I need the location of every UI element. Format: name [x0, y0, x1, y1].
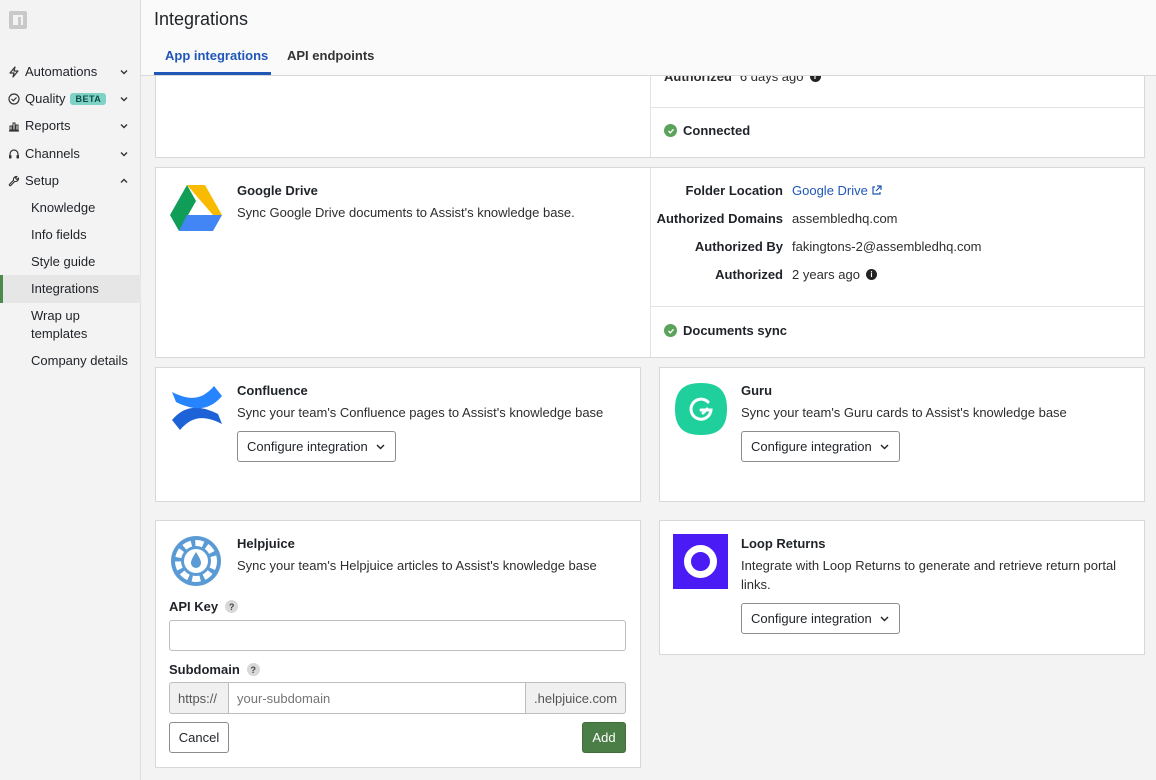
subdomain-prefix: https://: [169, 682, 229, 714]
bolt-icon: [7, 65, 21, 79]
active-tab-indicator: [154, 72, 271, 75]
check-icon: [664, 124, 677, 137]
api-key-label: API Key ?: [169, 599, 239, 614]
card-title: Helpjuice: [237, 536, 295, 551]
confluence-icon: [172, 386, 222, 430]
authorized-domains-value: assembledhq.com: [792, 211, 898, 226]
card-divider: [651, 107, 1144, 108]
check-icon: [664, 324, 677, 337]
chevron-down-icon: [120, 97, 128, 102]
page-title: Integrations: [154, 9, 249, 29]
folder-location-link[interactable]: Google Drive: [792, 183, 882, 198]
nav-channels[interactable]: Channels: [0, 140, 141, 167]
configure-integration-button[interactable]: Configure integration: [741, 431, 900, 462]
card-description: Sync your team's Helpjuice articles to A…: [237, 558, 597, 573]
cancel-button[interactable]: Cancel: [169, 722, 229, 753]
status-text: Connected: [683, 123, 751, 138]
guru-card: Guru Sync your team's Guru cards to Assi…: [659, 367, 1145, 502]
nav-automations[interactable]: Automations: [0, 58, 141, 85]
sidebar-item-company-details[interactable]: Company details: [0, 352, 141, 370]
subdomain-suffix: .helpjuice.com: [525, 682, 626, 714]
assembled-logo[interactable]: [9, 11, 27, 29]
nav-setup[interactable]: Setup: [0, 167, 141, 194]
card-description: Sync your team's Confluence pages to Ass…: [237, 405, 604, 420]
configure-integration-button[interactable]: Configure integration: [237, 431, 396, 462]
subdomain-input[interactable]: [228, 682, 526, 714]
card-description: Sync Google Drive documents to Assist's …: [237, 205, 575, 220]
headset-icon: [7, 147, 21, 161]
card-title: Confluence: [237, 383, 308, 398]
sidebar-item-knowledge[interactable]: Knowledge: [0, 199, 141, 217]
authorized-value: 2 years ago: [792, 267, 860, 282]
nav-label: Reports: [25, 118, 71, 133]
wrench-icon: [7, 174, 21, 188]
add-button[interactable]: Add: [582, 722, 626, 753]
loop-returns-icon: [673, 534, 728, 589]
helpjuice-icon: [171, 536, 221, 586]
card-title: Google Drive: [237, 183, 318, 198]
subdomain-label: Subdomain ?: [169, 662, 260, 677]
card-divider: [650, 168, 651, 357]
status-text: Documents sync: [683, 323, 788, 338]
chevron-down-icon: [120, 124, 128, 129]
authorized-label: Authorized: [715, 267, 783, 282]
chevron-down-icon: [120, 70, 128, 75]
sidebar: Automations Quality BETA Reports Channel…: [0, 0, 141, 780]
google-drive-card: Google Drive Sync Google Drive documents…: [155, 167, 1145, 358]
card-description: Sync your team's Guru cards to Assist's …: [741, 405, 1067, 420]
sidebar-item-integrations[interactable]: Integrations: [0, 275, 141, 303]
authorized-by-value: fakingtons-2@assembledhq.com: [792, 239, 982, 254]
chevron-down-icon: [120, 152, 128, 157]
sidebar-item-info-fields[interactable]: Info fields: [0, 226, 141, 244]
sidebar-item-wrap-up-templates[interactable]: Wrap up templates: [0, 307, 110, 343]
nav-label: Setup: [25, 173, 59, 188]
card-title: Guru: [741, 383, 773, 398]
authorized-domains-label: Authorized Domains: [656, 211, 783, 226]
connected-status: Connected: [664, 123, 750, 138]
external-link-icon: [872, 185, 882, 195]
page-header: Integrations App integrations API endpoi…: [141, 0, 1156, 76]
nav-label: Automations: [25, 64, 98, 79]
chevron-down-icon: [880, 444, 889, 450]
check-circle-icon: [7, 92, 21, 106]
nav-label: Quality: [25, 91, 66, 106]
beta-badge: BETA: [70, 92, 107, 105]
configure-integration-button[interactable]: Configure integration: [741, 603, 900, 634]
confluence-card: Confluence Sync your team's Confluence p…: [155, 367, 641, 502]
authorized-by-label: Authorized By: [694, 239, 783, 254]
card-description: Integrate with Loop Returns to generate …: [741, 558, 1117, 592]
documents-sync-status: Documents sync: [664, 323, 787, 338]
guru-icon: [675, 383, 727, 435]
card-title: Loop Returns: [741, 536, 826, 551]
sidebar-item-style-guide[interactable]: Style guide: [0, 253, 141, 271]
nav-reports[interactable]: Reports: [0, 112, 141, 139]
tab-api-endpoints[interactable]: API endpoints: [287, 48, 374, 63]
chevron-down-icon: [880, 616, 889, 622]
info-icon[interactable]: i: [865, 269, 877, 280]
nav-quality[interactable]: Quality BETA: [0, 85, 141, 112]
tab-app-integrations[interactable]: App integrations: [165, 48, 268, 63]
folder-location-label: Folder Location: [685, 183, 784, 198]
help-icon[interactable]: ?: [225, 600, 239, 613]
bar-chart-icon: [7, 119, 21, 133]
help-icon[interactable]: ?: [246, 663, 260, 676]
api-key-input[interactable]: [169, 620, 626, 651]
authorized-row: 2 years ago i: [792, 267, 877, 282]
google-drive-icon: [170, 185, 222, 231]
chevron-down-icon: [376, 444, 385, 450]
nav-label: Channels: [25, 146, 80, 161]
loop-returns-card: Loop Returns Integrate with Loop Returns…: [659, 520, 1145, 655]
card-divider: [651, 306, 1144, 307]
helpjuice-card: Helpjuice Sync your team's Helpjuice art…: [155, 520, 641, 768]
chevron-up-icon: [120, 178, 128, 183]
